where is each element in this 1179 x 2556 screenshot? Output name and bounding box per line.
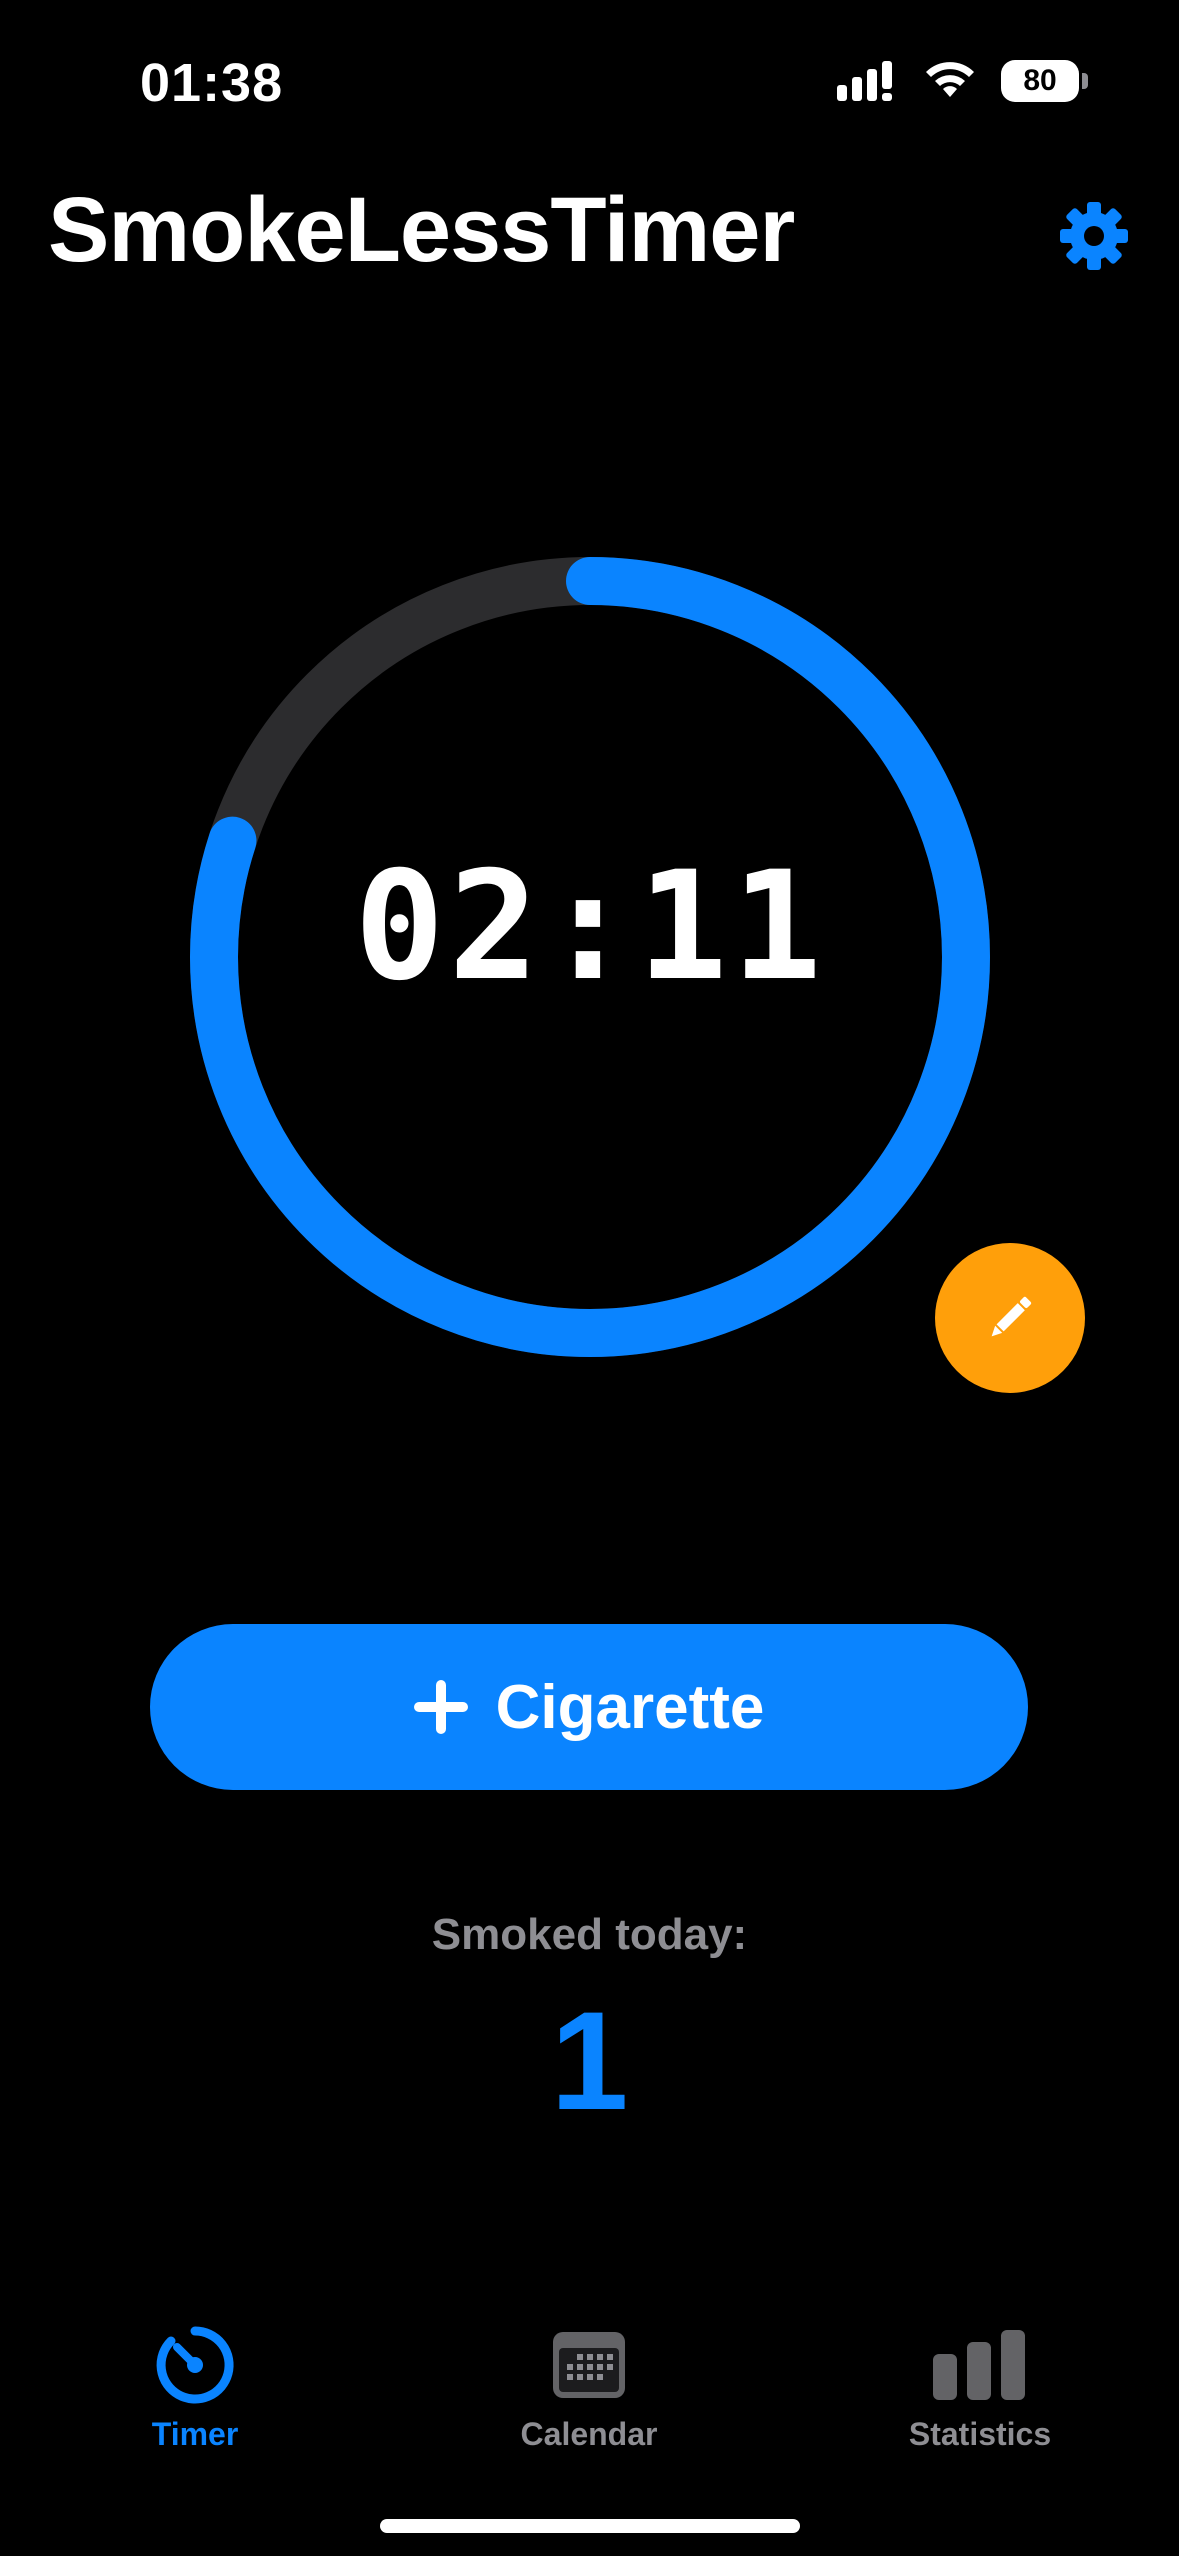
tab-calendar[interactable]: Calendar <box>439 2320 739 2453</box>
smoked-today-count: 1 <box>550 1982 629 2139</box>
cellular-signal-icon <box>837 61 892 101</box>
tab-timer-label: Timer <box>151 2416 239 2452</box>
pencil-icon <box>991 1296 1032 1337</box>
chart-bar-icon <box>933 2330 1025 2400</box>
battery-level: 80 <box>1023 64 1057 97</box>
smoked-today-label: Smoked today: <box>431 1910 748 1959</box>
timer-icon <box>156 2326 234 2404</box>
gear-icon[interactable] <box>1058 200 1130 272</box>
wifi-icon <box>926 62 974 97</box>
tab-statistics[interactable]: Statistics <box>830 2320 1130 2453</box>
calendar-icon <box>553 2332 625 2398</box>
tab-bar: Timer Calendar Statistics <box>0 2300 1179 2500</box>
add-cigarette-button[interactable]: Cigarette <box>150 1624 1028 1790</box>
tab-calendar-label: Calendar <box>520 2416 658 2452</box>
edit-button[interactable] <box>935 1243 1085 1393</box>
page-title: SmokeLessTimer <box>48 179 795 281</box>
battery-icon: 80 <box>1001 60 1088 102</box>
add-cigarette-label: Cigarette <box>495 1672 765 1742</box>
timer-display: 02:11 <box>354 840 826 1014</box>
status-time: 01:38 <box>140 53 284 113</box>
tab-statistics-label: Statistics <box>908 2416 1052 2452</box>
plus-icon <box>413 1680 468 1734</box>
status-icons: 80 <box>837 60 1088 102</box>
tab-timer[interactable]: Timer <box>45 2320 345 2453</box>
home-indicator[interactable] <box>380 2519 800 2533</box>
status-bar: 01:38 80 <box>0 0 1179 170</box>
